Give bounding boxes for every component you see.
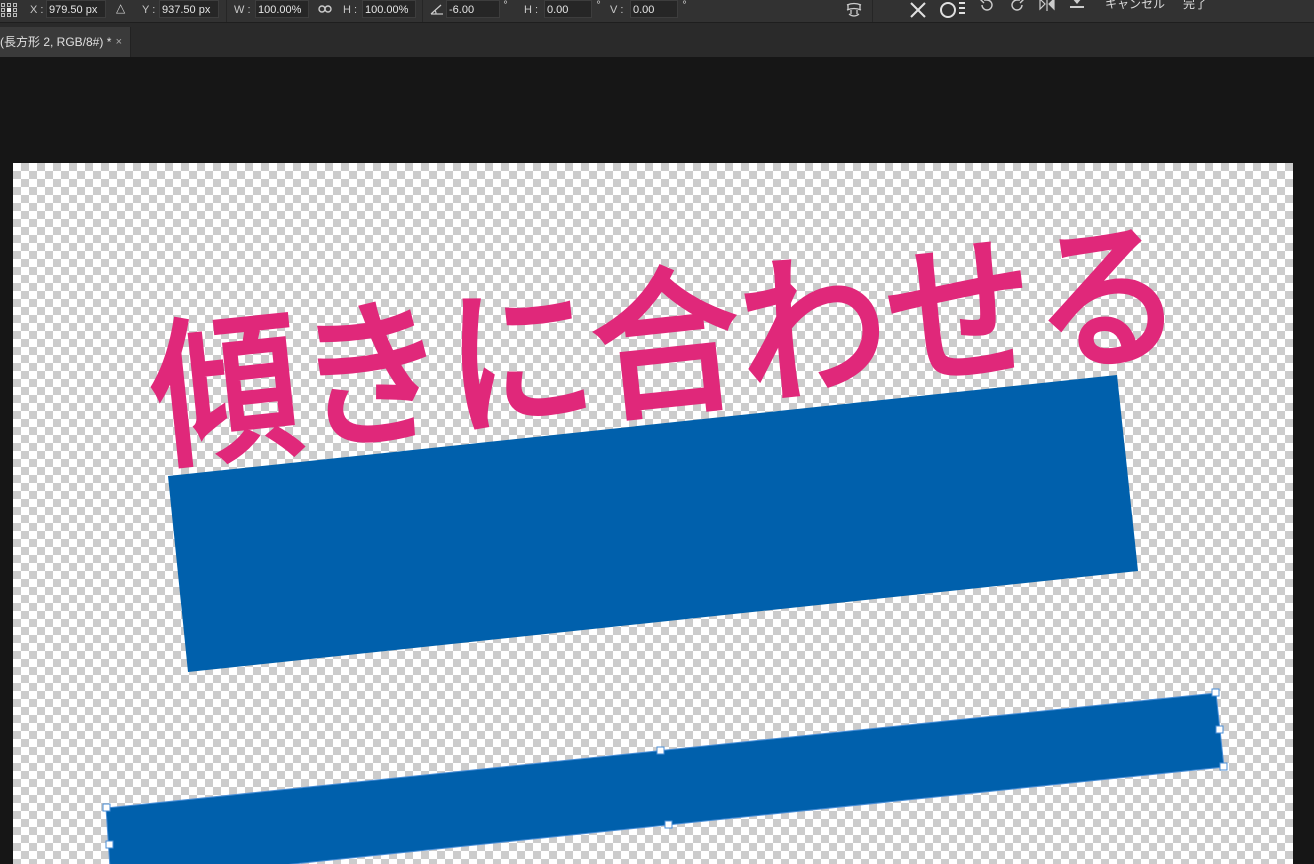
cancel-x-icon[interactable] — [908, 0, 928, 23]
transform-handle[interactable] — [656, 746, 665, 755]
undo-icon[interactable] — [978, 0, 996, 17]
document-canvas[interactable]: 傾きに合わせる — [13, 163, 1293, 864]
artwork: 傾きに合わせる — [102, 201, 1228, 864]
rotation-angle-field[interactable]: -6.00 — [446, 0, 500, 18]
transform-handle[interactable] — [1215, 725, 1224, 734]
width-percent-field[interactable]: 100.00% — [255, 0, 309, 18]
divider — [422, 0, 423, 22]
divider — [226, 0, 227, 22]
skew-h-label: H : — [524, 4, 539, 16]
skew-v-label: V : — [610, 4, 624, 16]
degree-symbol: ° — [503, 0, 508, 11]
divider — [872, 0, 873, 22]
transform-handle[interactable] — [102, 803, 111, 812]
tab-close-icon[interactable]: × — [116, 27, 122, 57]
link-icon[interactable] — [318, 2, 332, 19]
document-tab-title: (長方形 2, RGB/8#) * — [0, 35, 112, 49]
angle-icon — [430, 2, 444, 19]
document-tab-bar: (長方形 2, RGB/8#) * × — [0, 23, 1314, 57]
document-tab[interactable]: (長方形 2, RGB/8#) * × — [0, 27, 131, 57]
transform-handle[interactable] — [1211, 688, 1220, 697]
degree-symbol: ° — [596, 0, 601, 11]
height-percent-field[interactable]: 100.00% — [362, 0, 416, 18]
warp-icon[interactable] — [845, 1, 863, 22]
done-button[interactable]: 完了 — [1183, 0, 1207, 14]
transform-handle[interactable] — [664, 820, 673, 829]
reference-point-icon[interactable] — [0, 2, 18, 21]
skew-vertical-field[interactable]: 0.00 — [630, 0, 678, 18]
w-label: W : — [234, 4, 251, 16]
h-label: H : — [343, 4, 358, 16]
x-position-field[interactable]: 979.50 px — [46, 0, 106, 18]
transform-handle[interactable] — [105, 840, 114, 849]
x-label: X : — [30, 4, 44, 16]
skew-horizontal-field[interactable]: 0.00 — [544, 0, 592, 18]
puppet-icon[interactable] — [1068, 0, 1086, 15]
commit-circle-icon[interactable] — [939, 0, 967, 23]
delta-icon[interactable]: △ — [116, 1, 125, 15]
transform-handle[interactable] — [1219, 762, 1228, 771]
degree-symbol: ° — [682, 0, 687, 11]
redo-icon[interactable] — [1008, 0, 1026, 17]
y-label: Y : — [142, 4, 156, 16]
blue-rectangle-2[interactable] — [106, 693, 1224, 864]
y-position-field[interactable]: 937.50 px — [159, 0, 219, 18]
options-bar: X : 979.50 px △ Y : 937.50 px W : 100.00… — [0, 0, 1314, 23]
flip-icon[interactable] — [1038, 0, 1056, 15]
cancel-button[interactable]: キャンセル — [1105, 0, 1165, 14]
selected-rectangle-2[interactable] — [102, 688, 1228, 864]
